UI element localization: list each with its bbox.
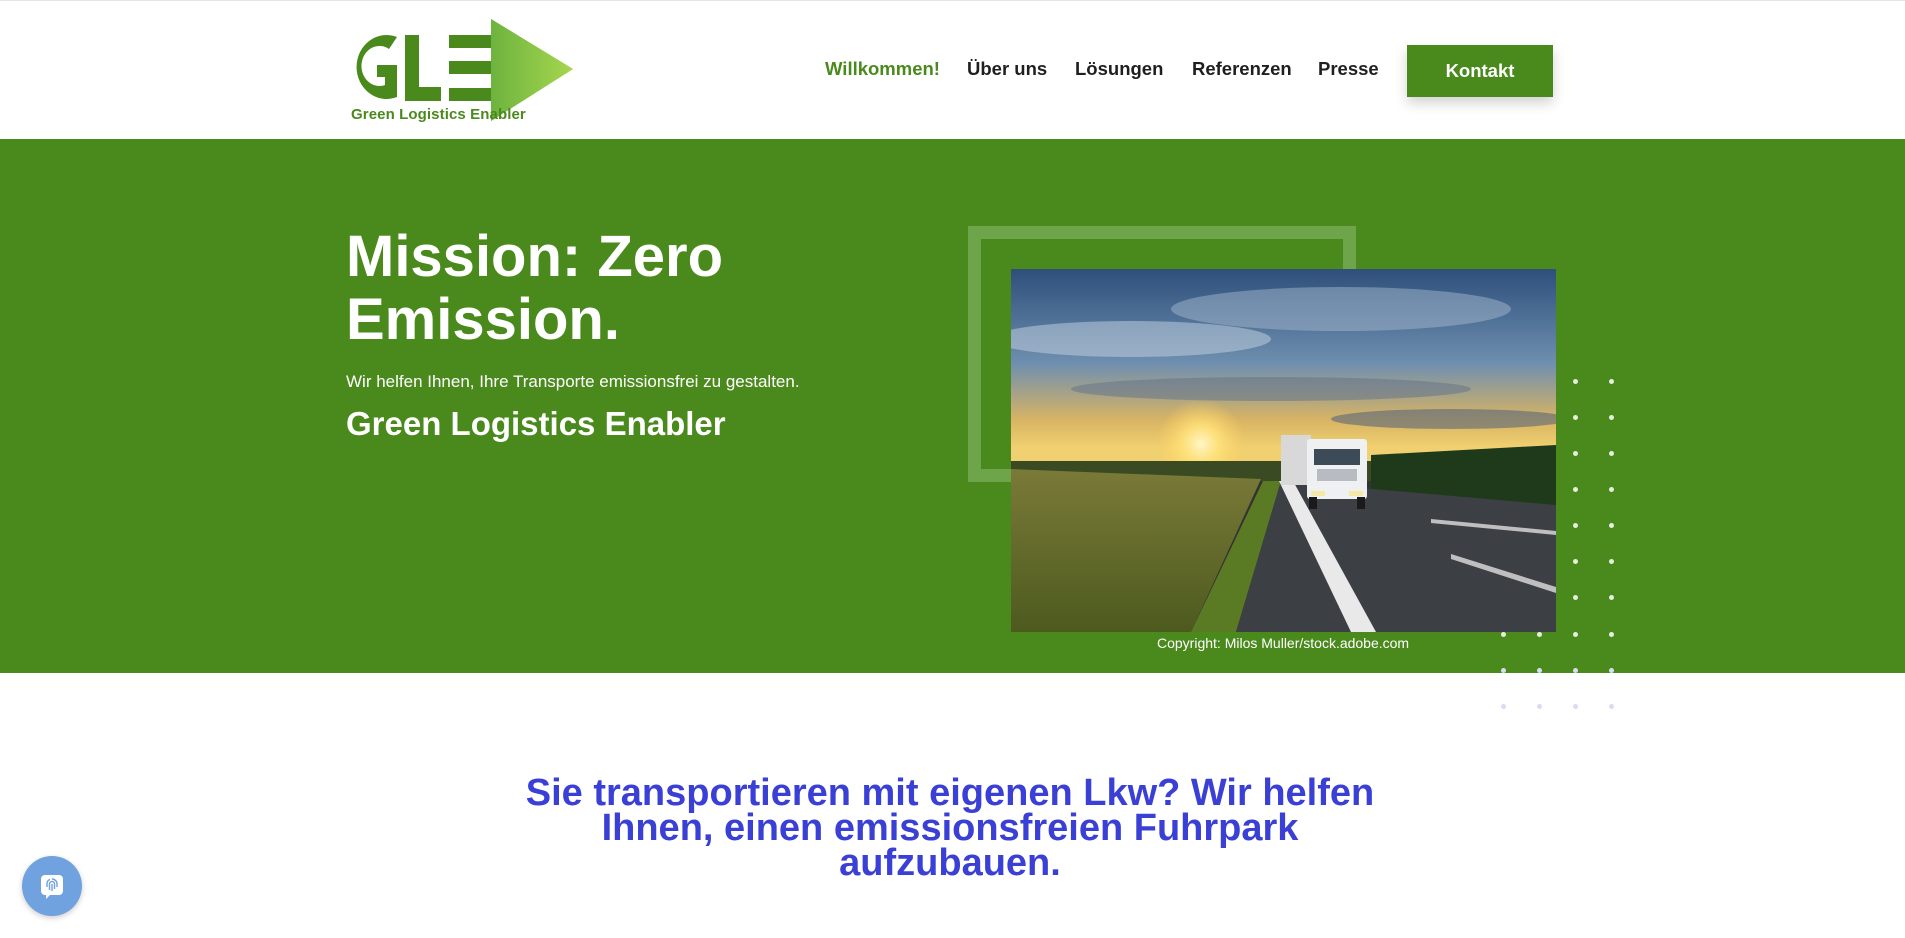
nav-item-ueber-uns[interactable]: Über uns [967, 58, 1047, 80]
decorative-dots [1497, 379, 1627, 719]
nav-item-willkommen[interactable]: Willkommen! [825, 58, 940, 80]
fingerprint-icon [41, 875, 63, 899]
nav-item-presse[interactable]: Presse [1318, 58, 1379, 80]
image-credit: Copyright: Milos Muller/stock.adobe.com [1157, 635, 1410, 651]
privacy-settings-button[interactable] [22, 856, 82, 916]
section-heading: Sie transportieren mit eigenen Lkw? Wir … [525, 772, 1375, 884]
truck-road-image [1011, 269, 1556, 632]
logo-caption: Green Logistics Enabler [351, 106, 526, 123]
kontakt-button[interactable]: Kontakt [1407, 45, 1553, 97]
nav-item-loesungen[interactable]: Lösungen [1075, 58, 1163, 80]
hero-image [1011, 269, 1556, 632]
hero-title: Mission: Zero Emission. [346, 224, 724, 352]
site-header: Green Logistics Enabler Willkommen! Über… [0, 1, 1905, 139]
hero-tagline: Green Logistics Enabler [346, 405, 726, 442]
hero-lead: Wir helfen Ihnen, Ihre Transporte emissi… [346, 372, 800, 391]
nav-item-referenzen[interactable]: Referenzen [1192, 58, 1292, 80]
